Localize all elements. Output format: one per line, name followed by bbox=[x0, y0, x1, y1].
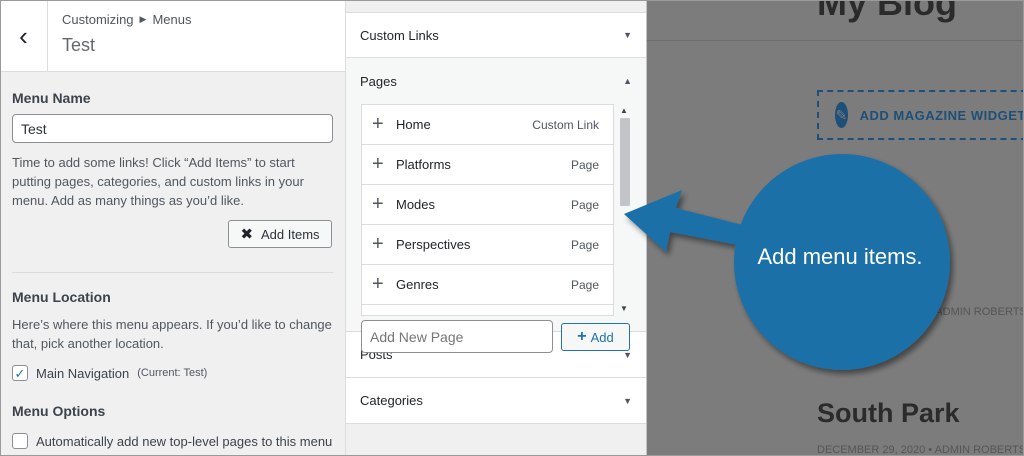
section-custom-links[interactable]: Custom Links ▼ bbox=[346, 12, 646, 58]
menu-settings: Menu Name Time to add some links! Click … bbox=[0, 72, 345, 449]
plus-icon: + bbox=[372, 193, 384, 215]
main-navigation-checkbox[interactable]: ✓ bbox=[12, 365, 28, 381]
list-item[interactable]: + Home Custom Link bbox=[362, 105, 613, 145]
auto-add-option[interactable]: Automatically add new top-level pages to… bbox=[12, 433, 333, 449]
triangle-down-icon: ▼ bbox=[623, 30, 632, 40]
add-new-page-input[interactable] bbox=[361, 320, 553, 353]
header-text: Customizing ▶ Menus Test bbox=[48, 0, 205, 71]
post-title: South Park bbox=[817, 398, 960, 428]
menu-options-label: Menu Options bbox=[12, 403, 106, 419]
menu-location-help: Here’s where this menu appears. If you’d… bbox=[12, 317, 332, 351]
triangle-down-icon: ▼ bbox=[623, 395, 632, 406]
triangle-up-icon: ▲ bbox=[623, 76, 632, 86]
menu-location-label: Menu Location bbox=[12, 289, 111, 305]
add-items-button[interactable]: ✖ Add Items bbox=[228, 220, 332, 248]
callout-text: Add menu items. bbox=[757, 244, 923, 269]
divider bbox=[12, 272, 333, 273]
menu-name-label: Menu Name bbox=[12, 90, 91, 106]
chevron-left-icon: ‹ bbox=[19, 20, 28, 51]
breadcrumb-arrow-icon: ▶ bbox=[139, 14, 147, 24]
add-widgets-placeholder: ✎ ADD MAGAZINE WIDGETS bbox=[817, 90, 1024, 140]
page-title: Test bbox=[62, 35, 96, 55]
add-new-page-row: + Add bbox=[361, 320, 630, 353]
blog-title: My Blog bbox=[817, 0, 957, 23]
plus-icon: + bbox=[372, 273, 384, 295]
plus-icon: + bbox=[372, 113, 384, 135]
auto-add-checkbox[interactable] bbox=[12, 433, 28, 449]
list-item[interactable]: + Platforms Page bbox=[362, 145, 613, 185]
list-item[interactable]: + Modes Page bbox=[362, 185, 613, 225]
section-pages[interactable]: Pages ▲ bbox=[346, 58, 646, 104]
list-item[interactable]: + Genres Page bbox=[362, 265, 613, 305]
back-button[interactable]: ‹ bbox=[0, 0, 48, 72]
plus-icon: + bbox=[372, 233, 384, 255]
customizer-sidebar: ‹ Customizing ▶ Menus Test Menu Name Tim… bbox=[0, 0, 346, 456]
pages-list: + Home Custom Link + Platforms Page + Mo… bbox=[361, 104, 614, 316]
list-item[interactable]: + Perspectives Page bbox=[362, 225, 613, 265]
breadcrumb: Customizing ▶ Menus bbox=[62, 12, 192, 27]
close-icon: ✖ bbox=[240, 226, 254, 243]
customizer-header: ‹ Customizing ▶ Menus Test bbox=[0, 0, 345, 72]
divider bbox=[647, 40, 1024, 41]
main-navigation-option[interactable]: ✓ Main Navigation (Current: Test) bbox=[12, 365, 333, 381]
post-meta: DECEMBER 29, 2020 • ADMIN ROBERTS bbox=[817, 444, 1024, 456]
add-items-help-text: Time to add some links! Click “Add Items… bbox=[12, 155, 304, 208]
pencil-icon: ✎ bbox=[835, 102, 848, 128]
plus-icon: + bbox=[577, 328, 587, 345]
scroll-up-icon[interactable]: ▲ bbox=[620, 106, 628, 115]
plus-icon: + bbox=[372, 153, 384, 175]
menu-name-input[interactable] bbox=[12, 114, 333, 143]
section-categories[interactable]: Categories ▼ bbox=[346, 378, 646, 424]
